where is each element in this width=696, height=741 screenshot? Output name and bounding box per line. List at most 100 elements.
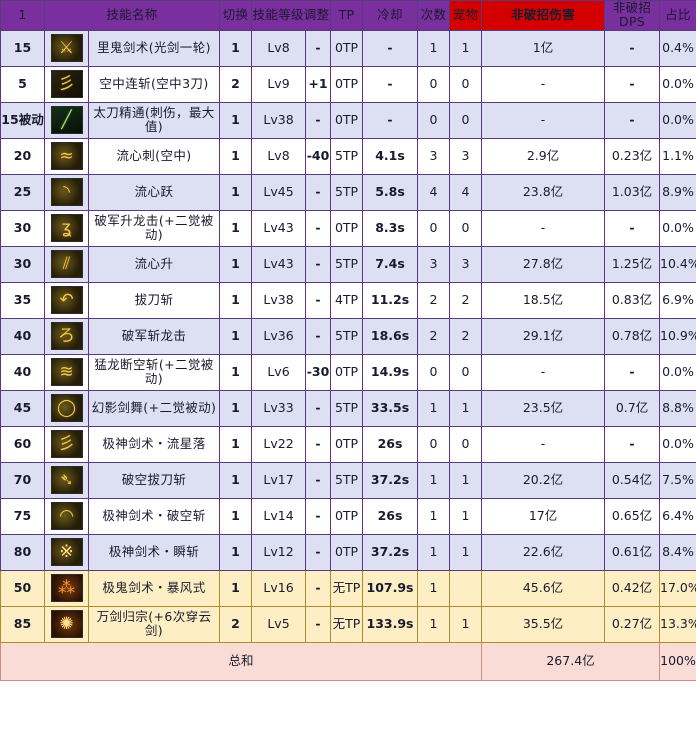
tp-cell: 5TP bbox=[330, 461, 364, 499]
table-row: 15被动 ╱ 太刀精通(刺伤，最大值) 1 Lv38-0TP -0 0- -0.0% bbox=[0, 101, 696, 139]
pet-cell: 1 bbox=[449, 389, 483, 427]
table-row: 30 ʓ 破军升龙击(+二觉被动) 1 Lv43-0TP 8.3s 0 0- -0.0% bbox=[0, 209, 696, 247]
pet-cell: 0 bbox=[449, 353, 483, 391]
skill-level-cell: 80 bbox=[0, 533, 45, 571]
skill-level-value-cell: Lv33 bbox=[251, 389, 307, 427]
level-adjust-cell: - bbox=[305, 389, 332, 427]
switch-cell: 1 bbox=[219, 353, 253, 391]
level-adjust-cell: - bbox=[305, 245, 332, 283]
level-adjust-cell: +1 bbox=[305, 65, 332, 103]
dps-cell: 0.83亿 bbox=[604, 281, 661, 319]
damage-cell: - bbox=[481, 65, 606, 103]
skill-level-cell: 45 bbox=[0, 389, 45, 427]
skill-level-cell: 30 bbox=[0, 245, 45, 283]
switch-cell: 1 bbox=[219, 245, 253, 283]
header-ratio: 占比 bbox=[659, 0, 696, 31]
damage-cell: 29.1亿 bbox=[481, 317, 606, 355]
table-body: 15 ⚔ 里鬼剑术(光剑一轮) 1 Lv8-0TP -1 1 1亿 -0.4% 5 彡空中连斩(空中… bbox=[0, 29, 696, 681]
count-cell: 4 bbox=[417, 173, 451, 211]
skill-name-cell: 破空拔刀斩 bbox=[87, 461, 221, 499]
skill-name-cell: 流心刺(空中) bbox=[87, 137, 221, 175]
count-cell: 2 bbox=[417, 281, 451, 319]
dps-cell: 0.27亿 bbox=[604, 605, 661, 643]
cooldown-cell: 26s bbox=[362, 497, 419, 535]
level-adjust-cell: - bbox=[305, 425, 332, 463]
header-switch: 切换 bbox=[219, 0, 253, 31]
damage-cell: 23.5亿 bbox=[481, 389, 606, 427]
tp-cell: 0TP bbox=[330, 497, 364, 535]
tp-cell: 0TP bbox=[330, 353, 364, 391]
skill-level-value-cell: Lv16 bbox=[251, 569, 307, 607]
header-cooldown: 冷却 bbox=[362, 0, 419, 31]
pet-cell: 1 bbox=[449, 533, 483, 571]
skill-name-cell: 流心跃 bbox=[87, 173, 221, 211]
level-adjust-cell: - bbox=[305, 533, 332, 571]
switch-cell: 1 bbox=[219, 317, 253, 355]
ratio-cell: 10.9% bbox=[659, 317, 696, 355]
skill-name-cell: 空中连斩(空中3刀) bbox=[87, 65, 221, 103]
pet-cell: 1 bbox=[449, 497, 483, 535]
level-adjust-cell: - bbox=[305, 317, 332, 355]
switch-cell: 1 bbox=[219, 425, 253, 463]
count-cell: 0 bbox=[417, 65, 451, 103]
cooldown-cell: 5.8s bbox=[362, 173, 419, 211]
skill-name-cell: 里鬼剑术(光剑一轮) bbox=[87, 29, 221, 67]
pet-cell: 0 bbox=[449, 101, 483, 139]
ratio-cell: 13.3% bbox=[659, 605, 696, 643]
dps-cell: 0.61亿 bbox=[604, 533, 661, 571]
total-ratio: 100% bbox=[659, 641, 696, 681]
tp-cell: 0TP bbox=[330, 425, 364, 463]
skill-level-value-cell: Lv38 bbox=[251, 101, 307, 139]
skill-level-value-cell: Lv43 bbox=[251, 245, 307, 283]
cooldown-cell: 37.2s bbox=[362, 461, 419, 499]
damage-cell: 2.9亿 bbox=[481, 137, 606, 175]
cooldown-cell: 4.1s bbox=[362, 137, 419, 175]
table-row: 40 ろ破军斩龙击 1 Lv36-5TP 18.6s 2 2 29.1亿 0.78亿 10.9% bbox=[0, 317, 696, 355]
switch-cell: 1 bbox=[219, 101, 253, 139]
skill-level-value-cell: Lv8 bbox=[251, 29, 307, 67]
tp-cell: 5TP bbox=[330, 317, 364, 355]
level-adjust-cell: - bbox=[305, 461, 332, 499]
flow-leap-icon: ◝ bbox=[44, 173, 89, 211]
table-row: 30 ⫽ 流心升 1 Lv43-5TP 7.4s 3 3 27.8亿 1.25亿 10.4% bbox=[0, 245, 696, 283]
skill-name-cell: 流心升 bbox=[87, 245, 221, 283]
dps-cell: 0.7亿 bbox=[604, 389, 661, 427]
ratio-cell: 1.1% bbox=[659, 137, 696, 175]
ratio-cell: 8.8% bbox=[659, 389, 696, 427]
dps-cell: - bbox=[604, 425, 661, 463]
skill-name-cell: 极神剑术・流星落 bbox=[87, 425, 221, 463]
skill-level-cell: 75 bbox=[0, 497, 45, 535]
damage-cell: 27.8亿 bbox=[481, 245, 606, 283]
table-row: 50 ⁂ 极鬼剑术・暴风式 1 Lv16- 无TP 107.9s 1 45.6亿 0.42亿 17.… bbox=[0, 569, 696, 607]
damage-cell: 17亿 bbox=[481, 497, 606, 535]
tp-cell: 0TP bbox=[330, 533, 364, 571]
skill-name-cell: 幻影剑舞(+二觉被动) bbox=[87, 389, 221, 427]
header-tp: TP bbox=[330, 0, 364, 31]
skill-level-value-cell: Lv45 bbox=[251, 173, 307, 211]
skill-level-value-cell: Lv9 bbox=[251, 65, 307, 103]
dps-cell: 1.25亿 bbox=[604, 245, 661, 283]
damage-cell: - bbox=[481, 353, 606, 391]
ratio-cell: 0.0% bbox=[659, 425, 696, 463]
pet-cell: 3 bbox=[449, 137, 483, 175]
pet-cell: 2 bbox=[449, 317, 483, 355]
ratio-cell: 0.4% bbox=[659, 29, 696, 67]
skill-level-cell: 15被动 bbox=[0, 101, 45, 139]
cooldown-cell: - bbox=[362, 65, 419, 103]
skill-name-cell: 极鬼剑术・暴风式 bbox=[87, 569, 221, 607]
table-row: 60 彡极神剑术・流星落 1 Lv22-0TP 26s 0 0- -0.0% bbox=[0, 425, 696, 463]
skill-damage-table: 1 技能名称 切换 技能等级调整 TP 冷却 次数 宠物 非破招伤害 非破招DP… bbox=[0, 0, 696, 681]
skill-level-value-cell: Lv17 bbox=[251, 461, 307, 499]
flow-rise-icon: ⫽ bbox=[44, 245, 89, 283]
air-break-slash-icon: ◠ bbox=[44, 497, 89, 535]
level-adjust-cell: - bbox=[305, 173, 332, 211]
switch-cell: 2 bbox=[219, 605, 253, 643]
count-cell: 3 bbox=[417, 137, 451, 175]
count-cell: 1 bbox=[417, 497, 451, 535]
cooldown-cell: 8.3s bbox=[362, 209, 419, 247]
header-level-adjust: 技能等级调整 bbox=[251, 0, 332, 31]
level-adjust-cell: - bbox=[305, 497, 332, 535]
damage-cell: - bbox=[481, 209, 606, 247]
level-adjust-cell: - bbox=[305, 209, 332, 247]
tp-cell: 0TP bbox=[330, 29, 364, 67]
